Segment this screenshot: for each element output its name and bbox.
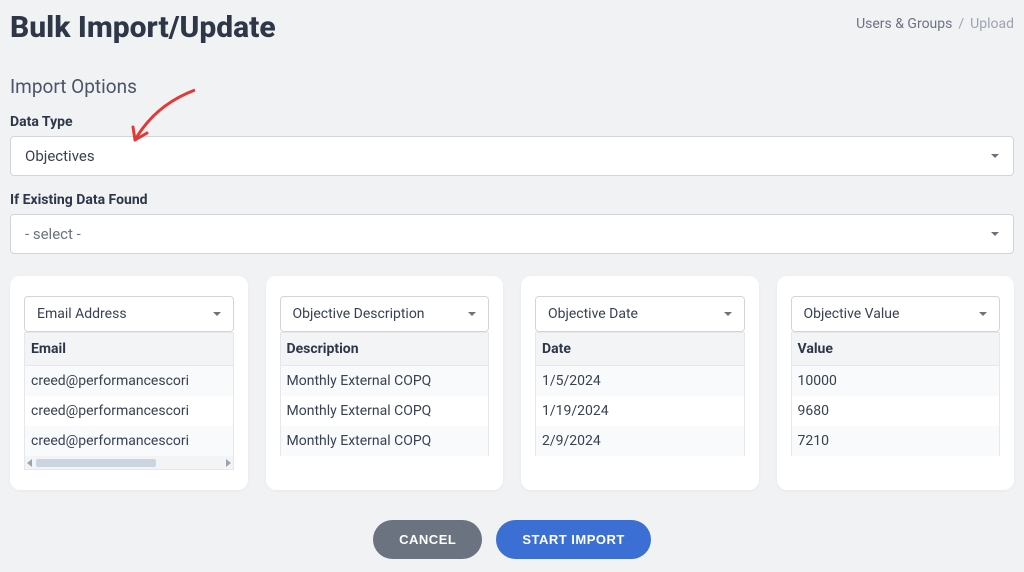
breadcrumb: Users & Groups / Upload [856, 16, 1014, 32]
table-row: Monthly External COPQ [280, 396, 489, 426]
if-existing-value: - select - [25, 225, 81, 243]
table-row: 1/19/2024 [536, 396, 745, 426]
column-mapping-select[interactable]: Email Address [24, 296, 234, 332]
column-card-description: Objective Description Description Monthl… [266, 276, 504, 490]
column-mapping-select[interactable]: Objective Date [535, 296, 745, 332]
breadcrumb-separator: / [958, 16, 964, 32]
scrollbar-thumb[interactable] [36, 459, 156, 467]
table-row: creed@performancescori [25, 366, 234, 397]
column-mapping-value: Objective Value [804, 306, 900, 322]
table-row: Monthly External COPQ [280, 366, 489, 397]
breadcrumb-current: Upload [970, 16, 1014, 32]
chevron-down-icon [991, 154, 999, 158]
column-card-value: Objective Value Value 10000 9680 7210 [777, 276, 1015, 490]
table-row: Monthly External COPQ [280, 426, 489, 456]
start-import-button[interactable]: START IMPORT [496, 520, 651, 559]
table-row: 7210 [791, 426, 1000, 456]
section-title: Import Options [10, 75, 1014, 98]
table-row: 2/9/2024 [536, 426, 745, 456]
data-type-value: Objectives [25, 147, 95, 165]
table-row: 9680 [791, 396, 1000, 426]
chevron-down-icon [991, 232, 999, 236]
column-mapping-value: Objective Date [548, 306, 638, 322]
if-existing-select[interactable]: - select - [10, 214, 1014, 254]
column-card-date: Objective Date Date 1/5/2024 1/19/2024 2… [521, 276, 759, 490]
column-mapping-select[interactable]: Objective Value [791, 296, 1001, 332]
table-row: 10000 [791, 366, 1000, 397]
data-type-label: Data Type [10, 114, 1014, 130]
table-header: Description [280, 333, 489, 366]
chevron-down-icon [724, 312, 732, 316]
table-row: creed@performancescori [25, 396, 234, 426]
column-mapping-value: Email Address [37, 306, 127, 322]
breadcrumb-parent[interactable]: Users & Groups [856, 16, 952, 32]
data-type-select[interactable]: Objectives [10, 136, 1014, 176]
preview-table: Value 10000 9680 7210 [791, 332, 1001, 456]
table-header: Value [791, 333, 1000, 366]
table-header: Email [25, 333, 234, 366]
preview-table: Email creed@performancescori creed@perfo… [24, 332, 234, 456]
if-existing-label: If Existing Data Found [10, 192, 1014, 208]
column-mapping-value: Objective Description [293, 306, 425, 322]
column-card-email: Email Address Email creed@performancesco… [10, 276, 248, 490]
chevron-down-icon [468, 312, 476, 316]
horizontal-scrollbar[interactable] [24, 456, 234, 470]
cancel-button[interactable]: CANCEL [373, 520, 482, 559]
column-mapping-select[interactable]: Objective Description [280, 296, 490, 332]
table-row: 1/5/2024 [536, 366, 745, 397]
preview-table: Date 1/5/2024 1/19/2024 2/9/2024 [535, 332, 745, 456]
chevron-down-icon [213, 312, 221, 316]
page-title: Bulk Import/Update [10, 10, 276, 45]
table-header: Date [536, 333, 745, 366]
scroll-right-icon [226, 459, 231, 467]
chevron-down-icon [979, 312, 987, 316]
table-row: creed@performancescori [25, 426, 234, 456]
preview-table: Description Monthly External COPQ Monthl… [280, 332, 490, 456]
